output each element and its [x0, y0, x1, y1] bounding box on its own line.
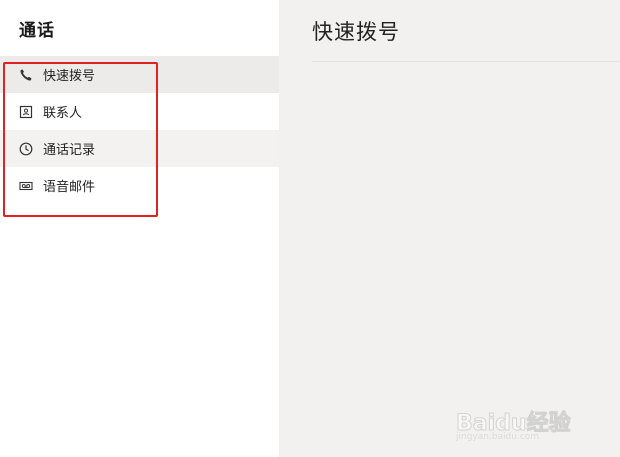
- clock-icon: [19, 142, 33, 156]
- main-content: 快速拨号 Baidu经验 jingyan.baidu.com: [279, 0, 620, 457]
- page-title: 快速拨号: [312, 20, 400, 44]
- baidu-jingyan-watermark: Baidu经验 jingyan.baidu.com: [456, 405, 606, 445]
- sidebar-item-call-history[interactable]: 通话记录: [0, 130, 279, 167]
- sidebar-item-contacts[interactable]: 联系人: [0, 93, 279, 130]
- sidebar-title: 通话: [19, 21, 55, 41]
- voicemail-icon: [19, 179, 33, 193]
- sidebar-item-speed-dial[interactable]: 快速拨号: [0, 56, 279, 93]
- sidebar-item-label: 联系人: [43, 106, 83, 121]
- sidebar-item-label: 快速拨号: [43, 69, 96, 84]
- watermark-url: jingyan.baidu.com: [456, 432, 540, 442]
- title-divider: [312, 61, 620, 62]
- sidebar: 通话 快速拨号 联系人 通话记录 语音邮件: [0, 0, 279, 457]
- sidebar-item-voicemail[interactable]: 语音邮件: [0, 167, 279, 204]
- phone-icon: [19, 68, 33, 82]
- nav-list: 快速拨号 联系人 通话记录 语音邮件: [0, 56, 279, 204]
- sidebar-item-label: 通话记录: [43, 143, 96, 158]
- contact-card-icon: [19, 105, 33, 119]
- sidebar-item-label: 语音邮件: [43, 180, 96, 195]
